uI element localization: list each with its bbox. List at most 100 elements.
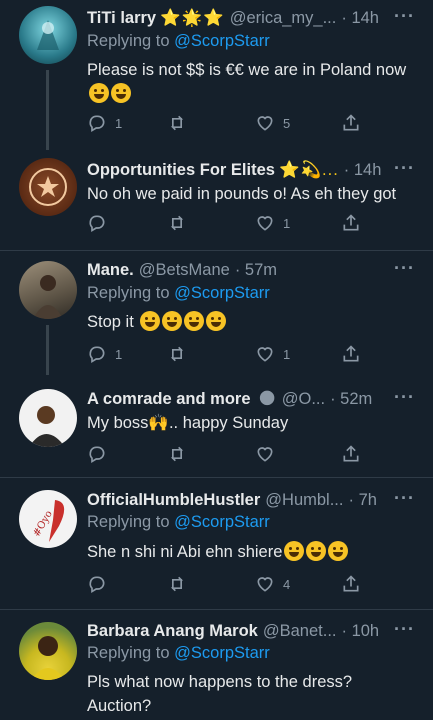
retweet-button[interactable] (167, 442, 187, 466)
more-icon[interactable]: ··· (394, 488, 415, 509)
handle[interactable]: @O... (282, 390, 325, 409)
grimace-emoji-icon (184, 311, 205, 331)
joy-emoji-icon (140, 311, 161, 331)
name-badges: 🌑 (258, 390, 277, 408)
reply-button[interactable]: 1 (87, 342, 122, 366)
share-button[interactable] (341, 211, 361, 235)
mention-link[interactable]: @ScorpStarr (174, 284, 270, 302)
tweet-card[interactable]: #Oyo OfficialHumbleHustler @Humbl... · 7… (0, 478, 433, 608)
tweet-text-content: Stop it (87, 313, 134, 331)
like-button[interactable]: 4 (255, 572, 290, 596)
like-button[interactable] (255, 442, 275, 466)
avatar[interactable] (19, 622, 77, 680)
timestamp[interactable]: · 14h (344, 161, 382, 180)
timestamp[interactable]: · 7h (348, 491, 376, 510)
tweet-text: Pls what now happens to the dress? Aucti… (87, 673, 353, 715)
retweet-icon (170, 215, 184, 231)
joy-emoji-icon (306, 541, 327, 561)
reply-button[interactable] (87, 442, 107, 466)
reply-button[interactable]: 1 (87, 111, 122, 135)
tweet-card[interactable]: Mane. @BetsMane · 57m ··· Replying to @S… (0, 251, 433, 375)
tweet-text: No oh we paid in pounds o! As eh they go… (87, 185, 397, 203)
reply-icon (89, 446, 105, 463)
share-icon (343, 445, 359, 462)
display-name[interactable]: TiTi larry (87, 9, 156, 28)
tweet-text-content: She n shi ni Abi ehn shiere (87, 543, 283, 561)
retweet-icon (170, 115, 184, 131)
display-name[interactable]: OfficialHumbleHustler (87, 491, 260, 510)
avatar[interactable] (19, 158, 77, 216)
share-button[interactable] (341, 442, 361, 466)
retweet-icon (170, 576, 184, 592)
timestamp[interactable]: · 57m (235, 261, 277, 280)
tweet-card[interactable]: A comrade and more 🌑 @O... · 52m ··· My … (0, 375, 433, 475)
joy-emoji-icon (111, 83, 131, 103)
replying-prefix: Replying to (87, 513, 170, 531)
share-button[interactable] (341, 572, 361, 596)
more-icon[interactable]: ··· (394, 258, 415, 279)
like-button[interactable]: 1 (255, 211, 290, 235)
retweet-button[interactable] (167, 211, 187, 235)
reply-icon (89, 576, 105, 593)
mention-link[interactable]: @ScorpStarr (174, 513, 270, 531)
tweet-text: Stop it (87, 310, 417, 334)
display-name[interactable]: A comrade and more (87, 390, 251, 409)
like-button[interactable]: 1 (255, 342, 290, 366)
like-count: 1 (283, 215, 291, 231)
mention-link[interactable]: @ScorpStarr (174, 32, 270, 50)
timestamp[interactable]: · 14h (341, 9, 379, 28)
like-count: 4 (283, 576, 291, 592)
tweet-actions: 1 (87, 211, 367, 235)
timestamp[interactable]: · 52m (330, 390, 372, 409)
display-name[interactable]: Mane. (87, 261, 134, 280)
avatar[interactable]: #Oyo (19, 490, 77, 548)
tweet-card[interactable]: Barbara Anang Marok @Banet... · 10h ··· … (0, 610, 433, 720)
replying-prefix: Replying to (87, 32, 170, 50)
more-icon[interactable]: ··· (394, 387, 415, 408)
more-icon[interactable]: ··· (394, 6, 415, 27)
handle[interactable]: @Banet... (263, 622, 337, 641)
heart-icon (257, 116, 273, 131)
like-button[interactable]: 5 (255, 111, 290, 135)
reply-icon (89, 346, 105, 363)
smile-emoji-icon (162, 311, 183, 331)
share-icon (343, 345, 359, 362)
retweet-button[interactable] (167, 342, 187, 366)
tweet-actions (87, 442, 367, 466)
reply-feed: TiTi larry ⭐🌟⭐ @erica_my_... · 14h ··· R… (0, 0, 433, 720)
joy-emoji-icon (284, 541, 305, 561)
handle[interactable]: @BetsMane (139, 261, 230, 280)
avatar[interactable] (19, 261, 77, 319)
thread-line (46, 70, 49, 150)
name-badges: ⭐🌟⭐ (160, 8, 225, 27)
like-count: 1 (283, 346, 291, 362)
heart-icon (257, 347, 273, 362)
timestamp[interactable]: · 10h (341, 622, 379, 641)
retweet-icon (170, 446, 184, 462)
tweet-card[interactable]: Opportunities For Elites ⭐💫... · 14h ···… (0, 150, 433, 248)
share-button[interactable] (341, 111, 361, 135)
tweet-text: She n shi ni Abi ehn shiere (87, 540, 417, 564)
tweet-card[interactable]: TiTi larry ⭐🌟⭐ @erica_my_... · 14h ··· R… (0, 0, 433, 150)
unamused-emoji-icon (206, 311, 227, 331)
avatar[interactable] (19, 389, 77, 447)
thread-line (46, 325, 49, 375)
reply-button[interactable] (87, 211, 107, 235)
reply-button[interactable] (87, 572, 107, 596)
handle[interactable]: @Humbl... (265, 491, 343, 510)
retweet-button[interactable] (167, 111, 187, 135)
replying-to: Replying to @ScorpStarr (87, 32, 270, 51)
display-name[interactable]: Opportunities For Elites (87, 161, 275, 180)
handle[interactable]: @erica_my_... (230, 9, 337, 28)
avatar[interactable] (19, 6, 77, 64)
share-button[interactable] (341, 342, 361, 366)
replying-prefix: Replying to (87, 284, 170, 302)
display-name[interactable]: Barbara Anang Marok (87, 622, 258, 641)
mention-link[interactable]: @ScorpStarr (174, 644, 270, 662)
more-icon[interactable]: ··· (394, 619, 415, 640)
like-count: 5 (283, 115, 291, 131)
replying-prefix: Replying to (87, 644, 170, 662)
more-icon[interactable]: ··· (394, 158, 415, 179)
joy-emoji-icon (89, 83, 109, 103)
retweet-button[interactable] (167, 572, 187, 596)
